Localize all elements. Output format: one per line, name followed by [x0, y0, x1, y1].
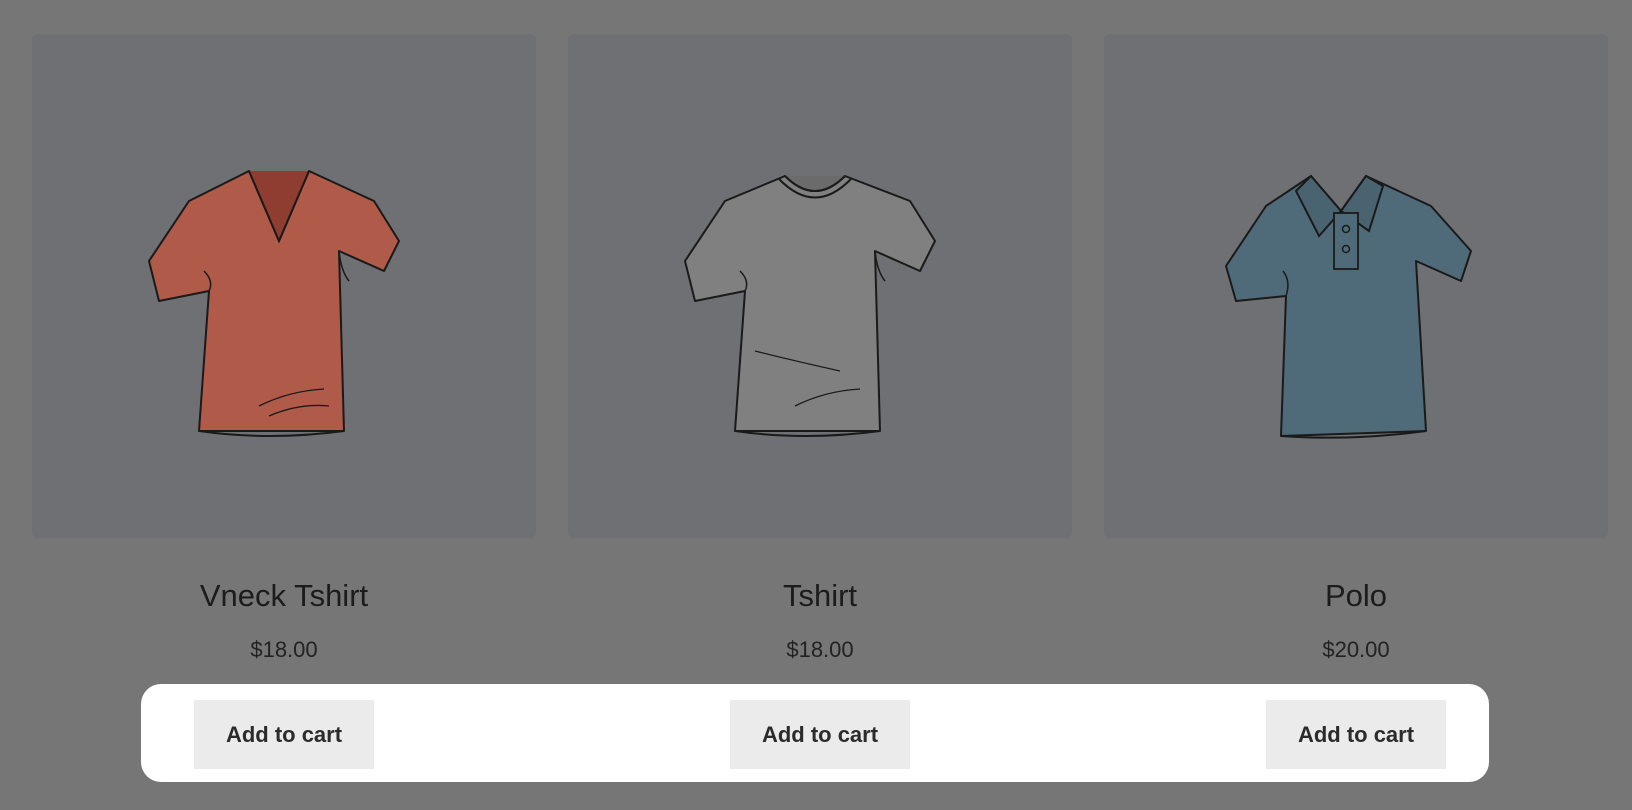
product-image[interactable] [32, 34, 536, 538]
product-price: $18.00 [250, 637, 318, 662]
add-to-cart-button-tshirt[interactable]: Add to cart [730, 700, 910, 769]
add-to-cart-button-vneck-tshirt[interactable]: Add to cart [194, 700, 374, 769]
product-image[interactable] [1104, 34, 1608, 538]
product-price: $20.00 [1322, 637, 1390, 662]
product-title[interactable]: Tshirt [568, 580, 1072, 611]
product-image[interactable] [568, 34, 1072, 538]
product-price: $18.00 [786, 637, 854, 662]
vneck-tshirt-icon [148, 170, 400, 437]
polo-shirt-icon [1225, 174, 1472, 439]
add-to-cart-button-polo[interactable]: Add to cart [1266, 700, 1446, 769]
tshirt-icon [684, 175, 936, 437]
product-card-tshirt: Tshirt $18.00 [568, 34, 1072, 661]
product-card-polo: Polo $20.00 [1104, 34, 1608, 661]
product-title[interactable]: Polo [1104, 580, 1608, 611]
product-card-vneck-tshirt: Vneck Tshirt $18.00 [32, 34, 536, 661]
product-title[interactable]: Vneck Tshirt [32, 580, 536, 611]
